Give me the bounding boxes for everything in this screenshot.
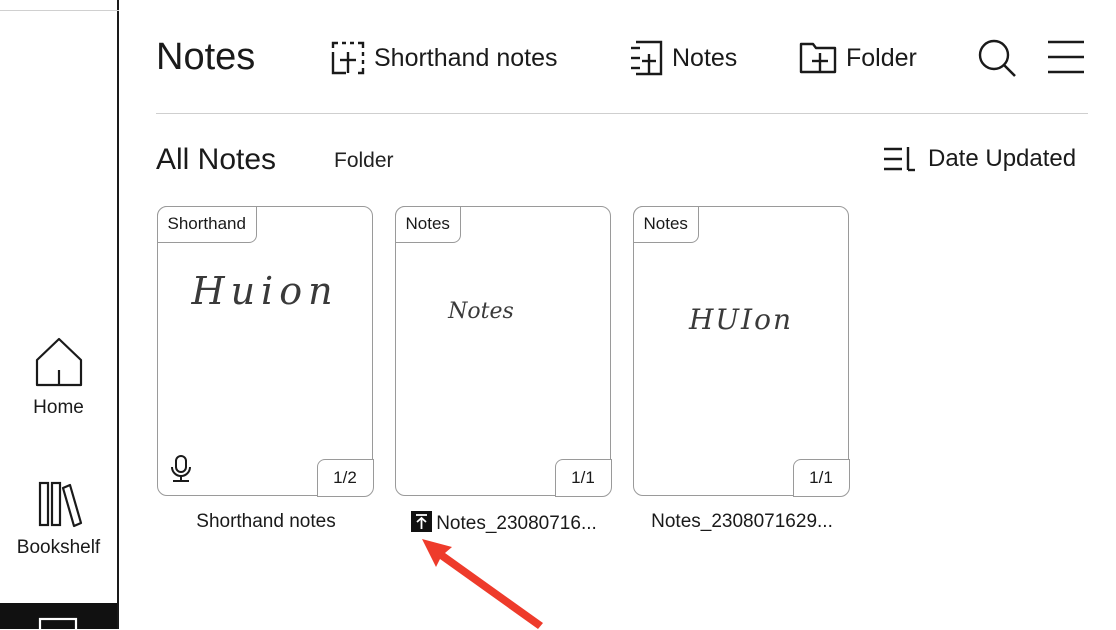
page-count-badge: 1/2 [316,458,374,497]
search-button[interactable] [976,37,1018,84]
new-shorthand-note-button[interactable]: Shorthand notes [330,37,557,79]
sort-icon [884,147,915,172]
search-icon [978,39,1016,77]
handwriting-preview: Notes [448,299,514,324]
sidebar: Home Bookshelf [0,0,119,630]
header-divider [156,113,1088,114]
sidebar-item-label: Home [33,397,84,418]
tab-all-notes[interactable]: All Notes [156,143,276,177]
note-type-tag: Notes [394,205,461,243]
new-shorthand-icon [331,41,365,75]
note-card[interactable]: Shorthand Huion 1/2 [156,205,374,497]
sort-label: Date Updated [928,145,1077,172]
new-folder-label: Folder [846,43,917,72]
microphone-icon [170,454,192,489]
home-icon [0,336,117,393]
note-type-tag: Shorthand [156,205,257,243]
handwriting-preview: HUIon [689,303,793,336]
sidebar-item-bookshelf[interactable]: Bookshelf [0,480,117,559]
pin-to-top-icon [411,511,433,532]
note-card[interactable]: Notes HUIon 1/1 [632,205,850,497]
note-title-row[interactable]: Notes_23080716... [384,511,624,535]
handwriting-preview: Huion [191,269,339,313]
new-note-label: Notes [672,43,738,72]
page-count-badge: 1/1 [554,458,612,497]
note-type-tag: Notes [632,205,699,243]
new-shorthand-label: Shorthand notes [374,43,558,72]
page-count-badge: 1/1 [792,458,850,497]
sidebar-item-home[interactable]: Home [0,336,117,419]
page-title: Notes [156,36,256,78]
note-title[interactable]: Shorthand notes [146,511,386,533]
new-folder-button[interactable]: Folder [798,37,917,79]
notes-nav-icon [38,617,78,630]
menu-button[interactable] [1046,38,1086,81]
sidebar-item-label: Bookshelf [16,537,101,558]
new-folder-icon [799,42,837,74]
sidebar-divider [0,10,119,11]
note-title[interactable]: Notes_2308071629... [622,511,862,533]
note-card[interactable]: Notes Notes 1/1 [394,205,612,497]
note-title: Notes_23080716... [436,513,597,534]
sort-button[interactable]: Date Updated [882,145,1076,173]
new-note-icon [631,40,663,76]
red-arrow-annotation [422,539,543,629]
menu-icon [1048,40,1084,74]
tab-folder[interactable]: Folder [334,149,394,173]
bookshelf-icon [0,480,117,533]
new-note-button[interactable]: Notes [628,37,737,79]
sidebar-item-notes-active[interactable] [0,603,117,630]
